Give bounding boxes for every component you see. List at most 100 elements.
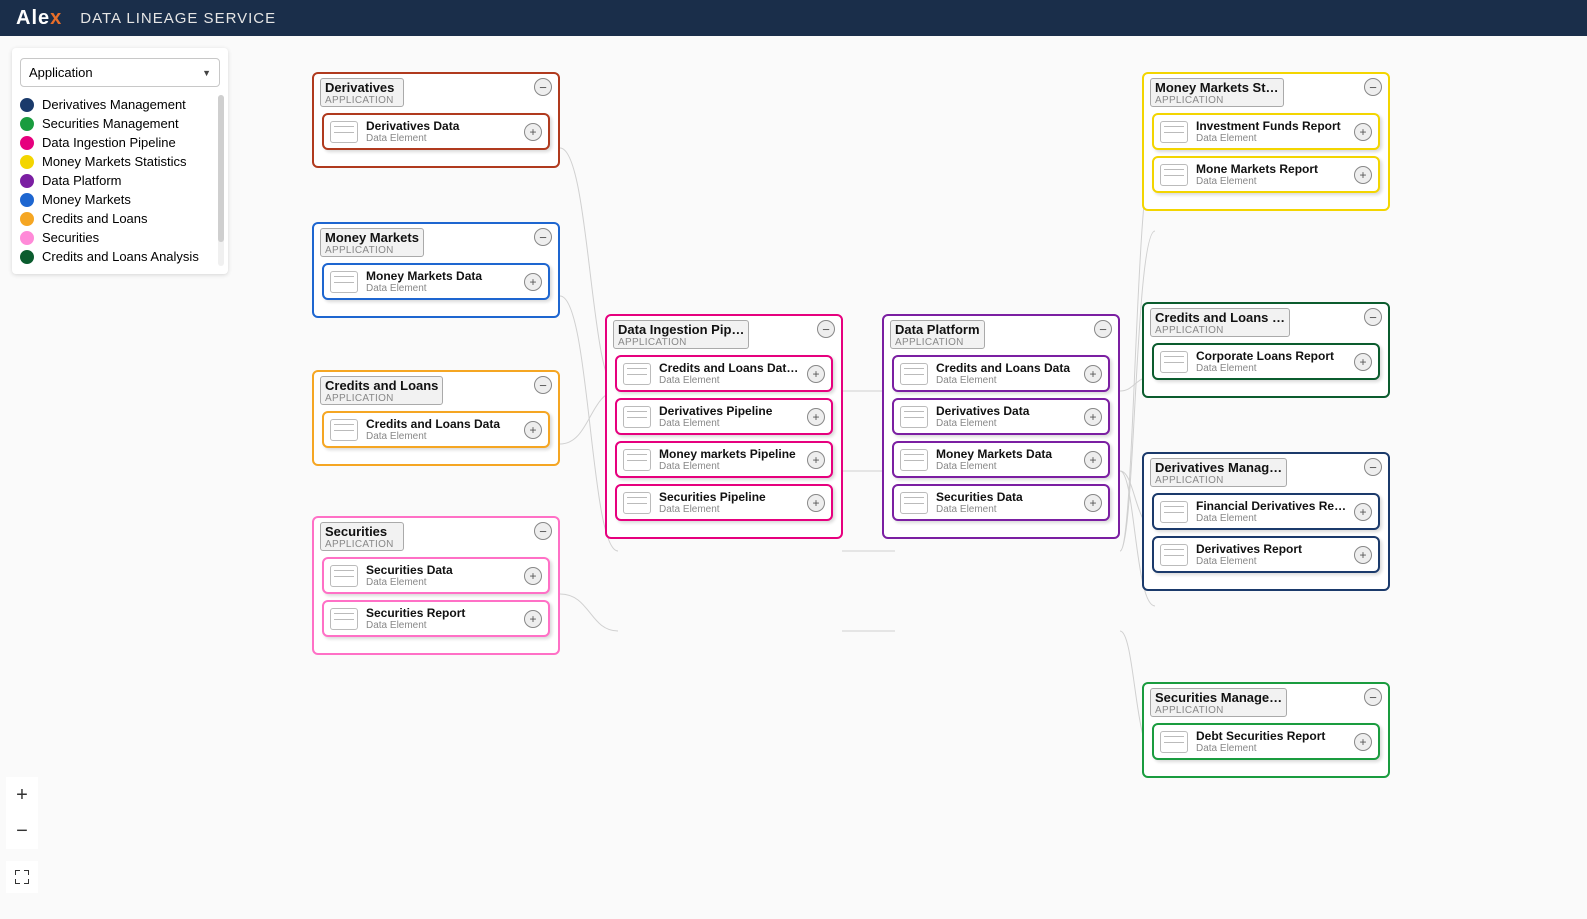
expand-button[interactable]: + [807, 494, 825, 512]
application-subtitle: APPLICATION [325, 245, 419, 256]
data-element[interactable]: Investment Funds ReportData Element+ [1152, 113, 1380, 150]
application-box[interactable]: Data PlatformAPPLICATION−Credits and Loa… [882, 314, 1120, 539]
collapse-button[interactable]: − [534, 78, 552, 96]
data-element-title: Derivatives Report [1196, 542, 1350, 556]
data-element-text: Financial Derivatives ReportData Element [1196, 499, 1350, 524]
legend-item-label: Derivatives Management [42, 97, 186, 112]
application-subtitle: APPLICATION [618, 337, 744, 348]
application-box[interactable]: Data Ingestion Pip…APPLICATION−Credits a… [605, 314, 843, 539]
fullscreen-button[interactable] [6, 861, 38, 893]
application-box[interactable]: Money Markets St…APPLICATION−Investment … [1142, 72, 1390, 211]
application-title-badge: SecuritiesAPPLICATION [320, 522, 404, 551]
data-element-icon [330, 419, 358, 441]
legend-item[interactable]: Money Markets [20, 190, 220, 209]
collapse-button[interactable]: − [1364, 688, 1382, 706]
data-element-text: Derivatives DataData Element [366, 119, 520, 144]
legend-scrollbar[interactable] [218, 95, 224, 266]
collapse-button[interactable]: − [817, 320, 835, 338]
legend-item-label: Securities Management [42, 116, 179, 131]
expand-button[interactable]: + [1084, 451, 1102, 469]
expand-button[interactable]: + [524, 610, 542, 628]
expand-button[interactable]: + [807, 408, 825, 426]
legend-item[interactable]: Money Markets Statistics [20, 152, 220, 171]
expand-button[interactable]: + [1354, 546, 1372, 564]
data-element[interactable]: Corporate Loans ReportData Element + [1152, 343, 1380, 380]
expand-button[interactable]: + [807, 451, 825, 469]
legend-item[interactable]: Securities Management [20, 114, 220, 133]
data-element-icon [330, 121, 358, 143]
data-element[interactable]: Mone Markets ReportData Element+ [1152, 156, 1380, 193]
legend-item[interactable]: Credits and Loans [20, 209, 220, 228]
data-element[interactable]: Financial Derivatives ReportData Element… [1152, 493, 1380, 530]
data-element-title: Credits and Loans Data [936, 361, 1080, 375]
data-element-subtitle: Data Element [366, 620, 520, 631]
application-box[interactable]: Securities Manage…APPLICATION−Debt Secur… [1142, 682, 1390, 778]
legend-item[interactable]: Data Platform [20, 171, 220, 190]
data-element-title: Corporate Loans Report [1196, 349, 1350, 363]
data-element[interactable]: Credits and Loans DataData Element+ [322, 411, 550, 448]
expand-button[interactable]: + [1354, 503, 1372, 521]
data-element[interactable]: Credits and Loans Data PipelineData Elem… [615, 355, 833, 392]
data-element[interactable]: Derivatives DataData Element+ [892, 398, 1110, 435]
data-element[interactable]: Securities PipelineData Element+ [615, 484, 833, 521]
expand-button[interactable]: + [1084, 408, 1102, 426]
collapse-button[interactable]: − [1364, 458, 1382, 476]
application-title: Securities [325, 524, 399, 539]
legend-select[interactable]: Application ▼ [20, 58, 220, 87]
legend-item[interactable]: Derivatives Management [20, 95, 220, 114]
fullscreen-icon [15, 870, 29, 884]
data-element[interactable]: Securities DataData Element+ [892, 484, 1110, 521]
expand-button[interactable]: + [524, 421, 542, 439]
data-element[interactable]: Money Markets DataData Element+ [322, 263, 550, 300]
expand-button[interactable]: + [1084, 365, 1102, 383]
legend-item-label: Securities [42, 230, 99, 245]
application-title: Derivatives Manag… [1155, 460, 1282, 475]
data-element[interactable]: Debt Securities ReportData Element+ [1152, 723, 1380, 760]
data-element-icon [900, 406, 928, 428]
legend-color-dot [20, 98, 34, 112]
expand-button[interactable]: + [524, 567, 542, 585]
expand-button[interactable]: + [1354, 733, 1372, 751]
legend-item[interactable]: Credits and Loans Analysis [20, 247, 220, 266]
lineage-canvas[interactable]: Derivatives APPLICATION − Derivatives DataD… [0, 36, 1587, 919]
data-element[interactable]: Money markets PipelineData Element+ [615, 441, 833, 478]
collapse-button[interactable]: − [534, 522, 552, 540]
expand-button[interactable]: + [524, 273, 542, 291]
legend-item[interactable]: Securities [20, 228, 220, 247]
collapse-button[interactable]: − [1364, 308, 1382, 326]
collapse-button[interactable]: − [534, 376, 552, 394]
application-box[interactable]: Money MarketsAPPLICATION−Money Markets D… [312, 222, 560, 318]
zoom-out-button[interactable]: − [6, 813, 38, 849]
application-box[interactable]: Credits and Loans …APPLICATION−Corporate… [1142, 302, 1390, 398]
expand-button[interactable]: + [807, 365, 825, 383]
application-title: Derivatives [325, 80, 399, 95]
data-element[interactable]: Securities ReportData Element+ [322, 600, 550, 637]
data-element[interactable]: Derivatives ReportData Element+ [1152, 536, 1380, 573]
application-box[interactable]: DerivativesAPPLICATION−Derivatives DataD… [312, 72, 560, 168]
collapse-button[interactable]: − [1364, 78, 1382, 96]
application-box[interactable]: SecuritiesAPPLICATION − Securities DataDat… [312, 516, 560, 655]
expand-button[interactable]: + [1084, 494, 1102, 512]
data-element[interactable]: Credits and Loans DataData Element+ [892, 355, 1110, 392]
expand-button[interactable]: + [1354, 166, 1372, 184]
collapse-button[interactable]: − [534, 228, 552, 246]
data-element-icon [1160, 121, 1188, 143]
data-element-text: Money Markets DataData Element [936, 447, 1080, 472]
legend-item[interactable]: Data Ingestion Pipeline [20, 133, 220, 152]
expand-button[interactable]: + [524, 123, 542, 141]
data-element-title: Credits and Loans Data Pipeline [659, 361, 803, 375]
application-box[interactable]: Credits and LoansAPPLICATION−Credits and… [312, 370, 560, 466]
application-title: Money Markets St… [1155, 80, 1279, 95]
expand-button[interactable]: + [1354, 123, 1372, 141]
data-element[interactable]: Securities DataData Element+ [322, 557, 550, 594]
data-element-subtitle: Data Element [1196, 363, 1350, 374]
zoom-in-button[interactable]: + [6, 777, 38, 813]
data-element[interactable]: Money Markets DataData Element+ [892, 441, 1110, 478]
legend-color-dot [20, 117, 34, 131]
data-element[interactable]: Derivatives PipelineData Element+ [615, 398, 833, 435]
expand-button[interactable]: + [1354, 353, 1372, 371]
data-element-text: Money Markets DataData Element [366, 269, 520, 294]
data-element[interactable]: Derivatives DataData Element+ [322, 113, 550, 150]
collapse-button[interactable]: − [1094, 320, 1112, 338]
application-box[interactable]: Derivatives Manag…APPLICATION−Financial … [1142, 452, 1390, 591]
